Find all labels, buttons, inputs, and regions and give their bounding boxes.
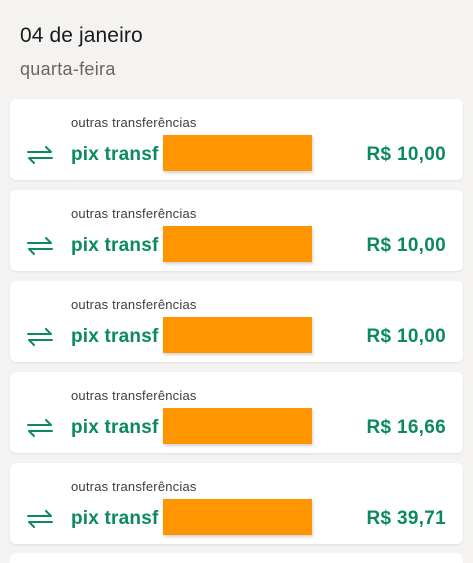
transaction-category: outras transferências	[71, 388, 197, 403]
transaction-category: outras transferências	[71, 206, 197, 221]
redaction-block	[163, 317, 312, 353]
transaction-list: outras transferências pix transf R$ 10,0…	[10, 99, 463, 554]
transaction-name: pix transf	[71, 326, 159, 347]
transaction-name: pix transf	[71, 417, 159, 438]
transaction-amount: R$ 10,00	[366, 235, 446, 256]
transaction-card[interactable]: outras transferências pix transf R$ 16,6…	[10, 372, 463, 453]
transfer-arrows-icon	[27, 510, 53, 528]
redaction-block	[163, 135, 312, 171]
transaction-card[interactable]: outras transferências pix transf R$ 10,0…	[10, 190, 463, 271]
transaction-category: outras transferências	[71, 297, 197, 312]
transfer-arrows-icon	[27, 237, 53, 255]
redaction-block	[163, 408, 312, 444]
transaction-card[interactable]: outras transferências pix transf R$ 10,0…	[10, 99, 463, 180]
transaction-name: pix transf	[71, 508, 159, 529]
redaction-block	[163, 499, 312, 535]
transaction-name: pix transf	[71, 235, 159, 256]
transaction-card[interactable]: outras transferências pix transf R$ 39,7…	[10, 463, 463, 544]
transaction-category: outras transferências	[71, 479, 197, 494]
transaction-amount: R$ 10,00	[366, 144, 446, 165]
day-header: 04 de janeiro quarta-feira	[20, 22, 143, 81]
transfer-arrows-icon	[27, 328, 53, 346]
transaction-amount: R$ 16,66	[366, 417, 446, 438]
transaction-card[interactable]: outras transferências pix transf R$ 10,0…	[10, 281, 463, 362]
transaction-amount: R$ 39,71	[366, 508, 446, 529]
transaction-name: pix transf	[71, 144, 159, 165]
weekday-label: quarta-feira	[20, 59, 116, 79]
transfer-arrows-icon	[27, 146, 53, 164]
redaction-block	[163, 226, 312, 262]
next-transaction-card-partial[interactable]	[10, 553, 463, 563]
transaction-category: outras transferências	[71, 115, 197, 130]
transaction-amount: R$ 10,00	[366, 326, 446, 347]
transfer-arrows-icon	[27, 419, 53, 437]
date-title: 04 de janeiro	[20, 24, 143, 47]
